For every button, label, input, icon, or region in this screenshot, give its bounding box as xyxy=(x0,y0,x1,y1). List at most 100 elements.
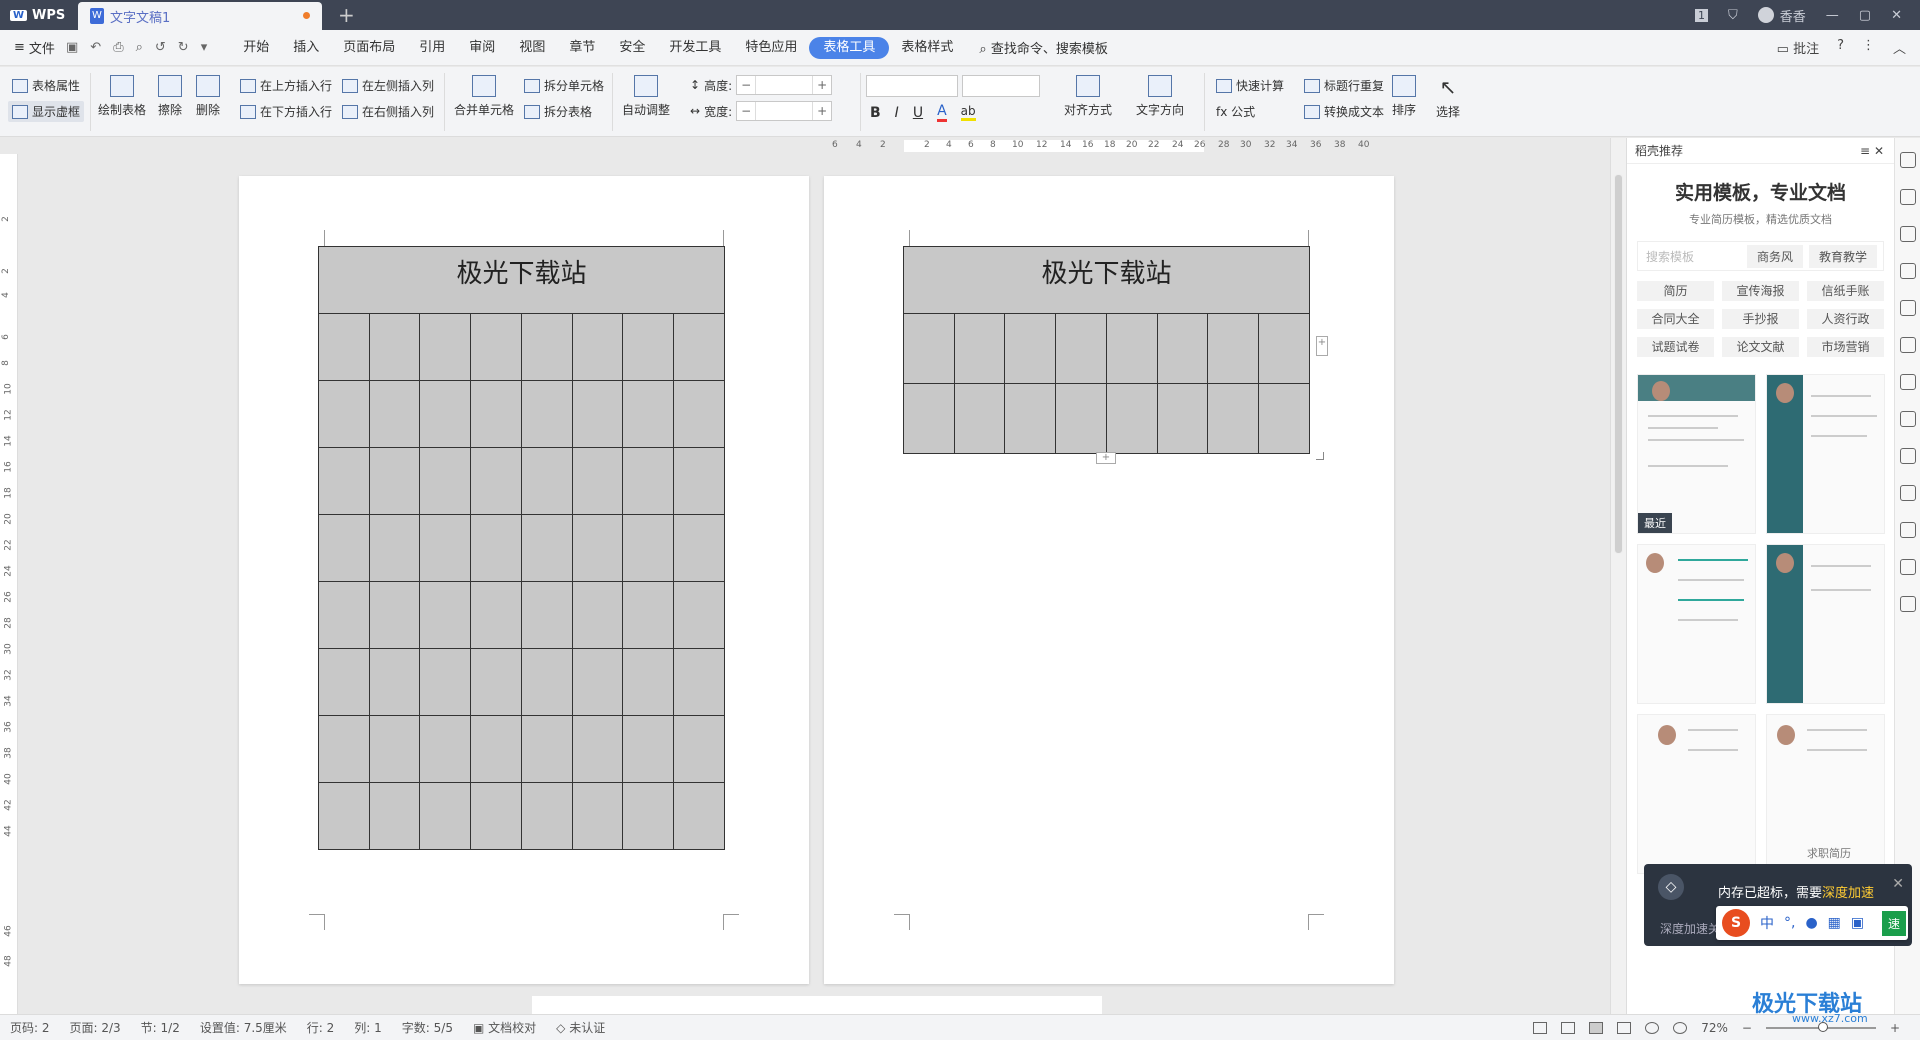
insert-col-right-button[interactable]: 在右侧插入列 xyxy=(342,103,434,120)
document-page-3[interactable] xyxy=(532,996,1102,1014)
decrement-icon[interactable]: − xyxy=(737,76,755,94)
row-height-stepper[interactable]: − + xyxy=(736,75,833,95)
template-icon[interactable] xyxy=(1899,522,1916,538)
box-icon[interactable] xyxy=(1899,448,1916,464)
table-cell[interactable] xyxy=(571,782,624,850)
table-cell[interactable] xyxy=(622,648,675,716)
table-cell[interactable] xyxy=(318,715,370,783)
table-cell[interactable] xyxy=(1105,383,1158,454)
undo-icon[interactable]: ↺ xyxy=(155,40,166,55)
print-icon[interactable]: ⎙ xyxy=(113,40,123,55)
table-cell[interactable] xyxy=(520,782,573,850)
quick-calc-button[interactable]: 快速计算 xyxy=(1216,77,1284,94)
table-cell[interactable] xyxy=(1207,313,1260,384)
table-cell[interactable] xyxy=(470,648,522,716)
document-page-2[interactable]: 极光下载站 + + xyxy=(824,176,1394,984)
deep-accelerate-link[interactable]: 深度加速 xyxy=(1822,886,1874,901)
template-thumbnail[interactable] xyxy=(1637,714,1756,874)
table-cell[interactable] xyxy=(571,313,624,381)
history-icon[interactable] xyxy=(1899,559,1916,575)
table-cell[interactable] xyxy=(571,380,624,448)
table-cell[interactable] xyxy=(1004,313,1057,384)
table-cell[interactable] xyxy=(622,447,675,515)
template-thumbnail[interactable]: 求职简历 xyxy=(1766,714,1885,874)
category-chip[interactable]: 宣传海报 xyxy=(1722,281,1799,301)
wps-app-tab[interactable]: W WPS xyxy=(0,0,76,30)
table-resize-handle[interactable] xyxy=(1316,452,1324,460)
menu-insert[interactable]: 插入 xyxy=(281,37,331,59)
split-cells-button[interactable]: 拆分单元格 xyxy=(524,77,604,94)
document-tab[interactable]: W 文字文稿1 xyxy=(78,2,322,30)
table-cell[interactable] xyxy=(953,383,1006,454)
table-cell[interactable] xyxy=(673,514,725,582)
document-canvas[interactable]: 极光下载站 极光下载站 + + xyxy=(18,154,1610,1014)
proofread-button[interactable]: ▣ 文档校对 xyxy=(463,1019,546,1036)
search-tag[interactable]: 教育教学 xyxy=(1808,244,1877,268)
show-gridlines-button[interactable]: 显示虚框 xyxy=(8,101,85,122)
status-row[interactable]: 行: 2 xyxy=(297,1019,345,1036)
shapes-icon[interactable] xyxy=(1899,226,1916,242)
table-cell[interactable] xyxy=(1105,313,1158,384)
table-icon[interactable] xyxy=(1899,300,1916,316)
preview-icon[interactable]: ⌕ xyxy=(136,40,143,55)
highlight-button[interactable]: ab xyxy=(960,104,976,121)
table-cell[interactable] xyxy=(419,447,472,515)
page-view-icon[interactable] xyxy=(1589,1021,1604,1034)
table-cell[interactable] xyxy=(673,447,725,515)
sogou-logo-icon[interactable]: S xyxy=(1722,909,1750,937)
keyboard-icon[interactable]: ▦ xyxy=(1828,915,1841,931)
status-setting[interactable]: 设置值: 7.5厘米 xyxy=(190,1019,297,1036)
select-button[interactable]: ↖ 选择 xyxy=(1436,75,1460,120)
share-icon[interactable] xyxy=(1899,411,1916,427)
table-cell[interactable] xyxy=(318,447,370,515)
table-title-cell[interactable]: 极光下载站 xyxy=(318,246,725,314)
insert-row-below-button[interactable]: 在下方插入行 xyxy=(240,103,332,120)
document-table[interactable]: 极光下载站 xyxy=(318,246,725,850)
menu-references[interactable]: 引用 xyxy=(407,37,457,59)
font-size-select[interactable] xyxy=(962,75,1040,97)
table-cell[interactable] xyxy=(470,447,522,515)
table-cell[interactable] xyxy=(318,514,370,582)
bold-button[interactable]: B xyxy=(870,105,881,121)
table-cell[interactable] xyxy=(571,514,624,582)
table-cell[interactable] xyxy=(419,313,472,381)
table-cell[interactable] xyxy=(520,581,573,649)
table-cell[interactable] xyxy=(1258,383,1310,454)
table-cell[interactable] xyxy=(470,782,522,850)
table-cell[interactable] xyxy=(1055,313,1107,384)
minimize-button[interactable]: — xyxy=(1826,8,1839,23)
table-cell[interactable] xyxy=(571,648,624,716)
table-cell[interactable] xyxy=(520,313,573,381)
add-row-button[interactable]: + xyxy=(1096,452,1116,464)
table-cell[interactable] xyxy=(571,447,624,515)
vertical-ruler[interactable]: 2 2 4 6 8 10 12 14 16 18 20 22 24 26 28 … xyxy=(0,154,18,1014)
ime-punctuation-toggle[interactable]: °, xyxy=(1784,915,1795,931)
table-cell[interactable] xyxy=(470,380,522,448)
increment-icon[interactable]: + xyxy=(813,102,831,120)
align-button[interactable]: 对齐方式 xyxy=(1064,75,1112,118)
table-cell[interactable] xyxy=(419,715,472,783)
table-properties-button[interactable]: 表格属性 xyxy=(12,77,80,94)
add-column-button[interactable]: + xyxy=(1316,336,1328,356)
document-page-1[interactable]: 极光下载站 xyxy=(239,176,809,984)
table-cell[interactable] xyxy=(419,380,472,448)
table-cell[interactable] xyxy=(673,380,725,448)
menu-page-layout[interactable]: 页面布局 xyxy=(331,37,407,59)
close-button[interactable]: ✕ xyxy=(1891,8,1902,23)
table-cell[interactable] xyxy=(520,380,573,448)
table-cell[interactable] xyxy=(1004,383,1057,454)
font-family-select[interactable] xyxy=(866,75,958,97)
table-cell[interactable] xyxy=(520,514,573,582)
table-cell[interactable] xyxy=(520,648,573,716)
search-tag[interactable]: 商务风 xyxy=(1746,244,1803,268)
template-search-input[interactable]: 搜索模板 xyxy=(1638,248,1747,265)
pen-icon[interactable] xyxy=(1899,152,1916,168)
split-table-button[interactable]: 拆分表格 xyxy=(524,103,592,120)
horizontal-ruler[interactable]: 6 4 2 2 4 6 8 10 12 14 16 18 20 22 24 26… xyxy=(24,138,1610,154)
command-search[interactable]: ⌕ 查找命令、搜索模板 xyxy=(979,38,1107,57)
certification-status[interactable]: ◇ 未认证 xyxy=(546,1019,615,1036)
file-menu[interactable]: ≡ 文件 xyxy=(0,38,66,57)
microphone-icon[interactable]: ● xyxy=(1805,915,1817,931)
table-cell[interactable] xyxy=(953,313,1006,384)
category-chip[interactable]: 人资行政 xyxy=(1807,309,1884,329)
